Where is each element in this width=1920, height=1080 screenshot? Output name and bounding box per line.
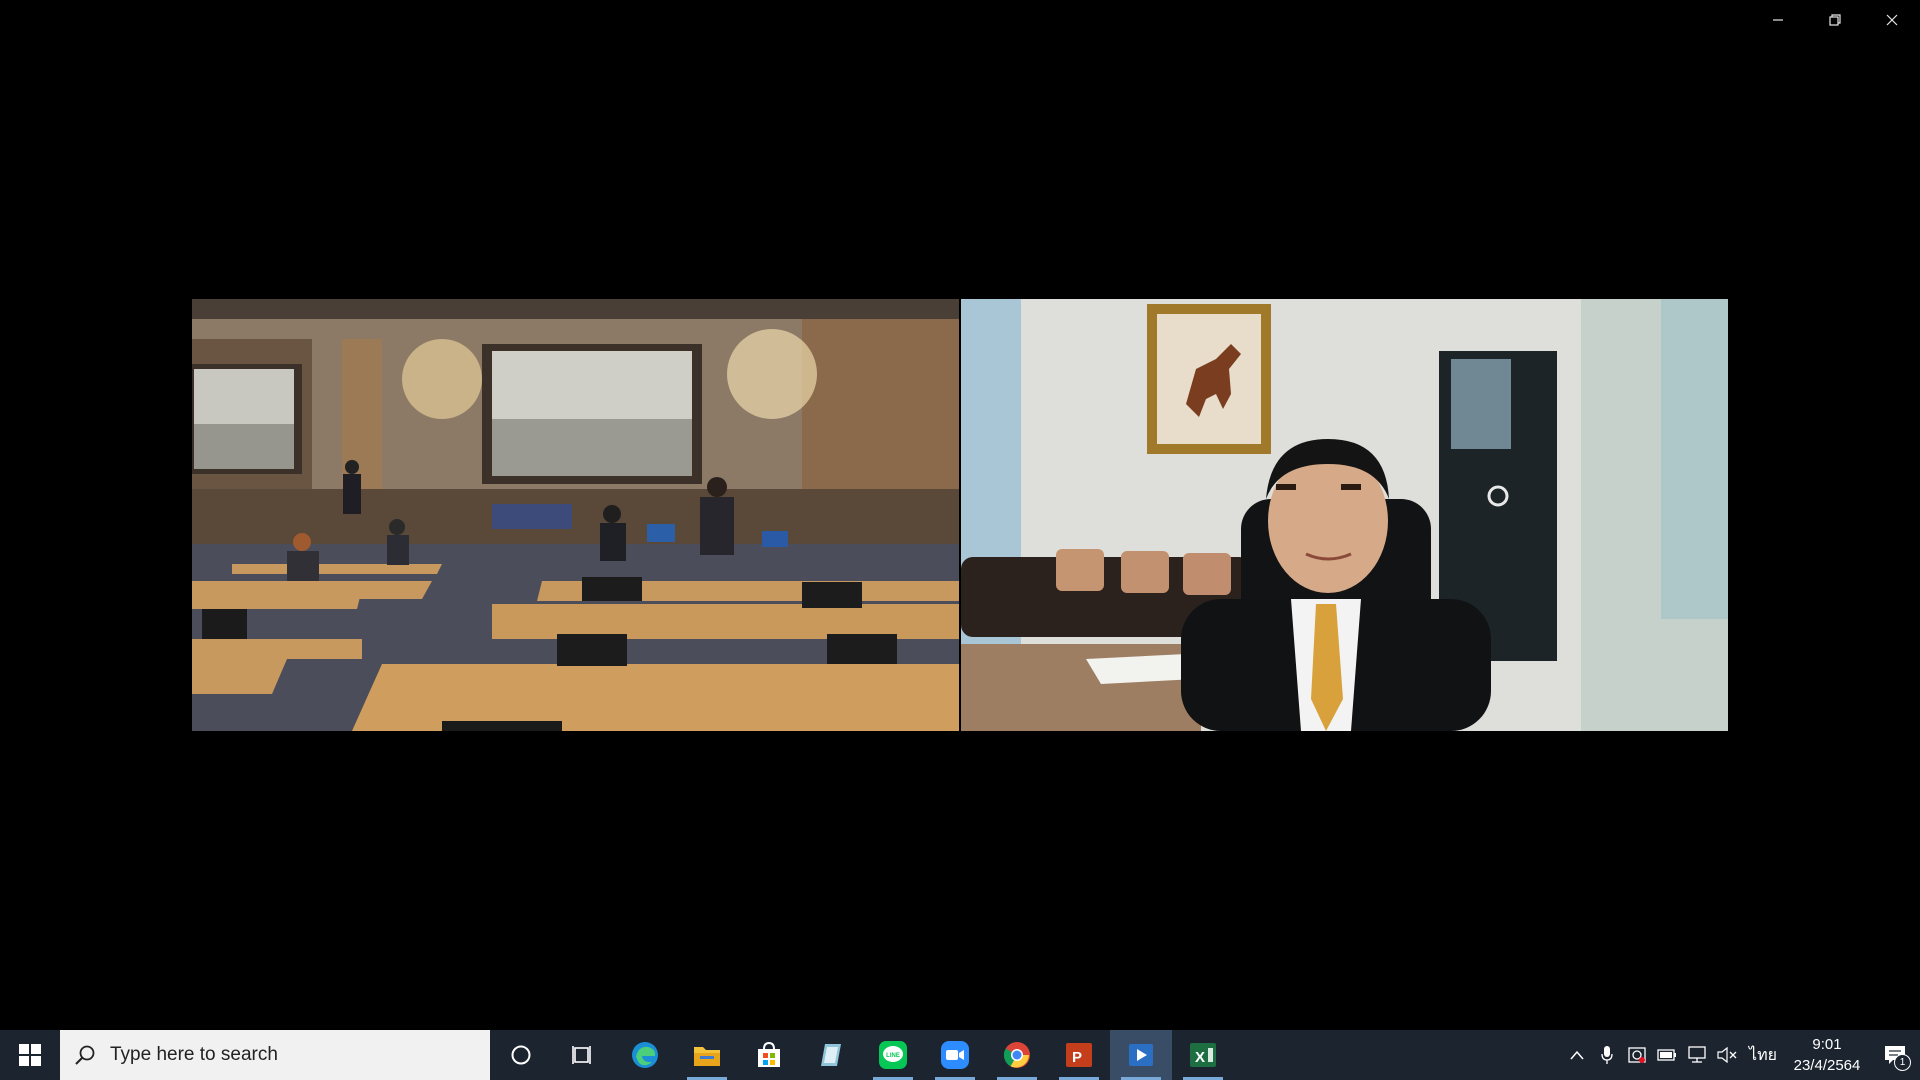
input-language-button[interactable]: ไทย [1742,1030,1784,1080]
task-view-icon [572,1046,591,1064]
notification-count-badge: 1 [1894,1054,1911,1071]
sync-button[interactable] [1622,1030,1652,1080]
network-button[interactable] [1682,1030,1712,1080]
microphone-button[interactable] [1592,1030,1622,1080]
minimize-button[interactable] [1749,0,1806,40]
line-button[interactable]: LINE [862,1030,924,1080]
clock-time: 9:01 [1812,1036,1842,1053]
search-box[interactable]: Type here to search [60,1030,490,1080]
task-view-button[interactable] [552,1030,614,1080]
video-grid [192,299,1728,731]
microphone-icon [1601,1046,1613,1064]
show-hidden-icons-button[interactable] [1562,1030,1592,1080]
restore-icon [1828,14,1841,26]
circle-icon [511,1045,531,1065]
line-icon: LINE [879,1041,907,1069]
network-icon [1688,1046,1706,1063]
excel-button[interactable]: X [1172,1030,1234,1080]
office-participant-video[interactable] [961,299,1728,731]
edge-button[interactable] [614,1030,676,1080]
sync-icon [1628,1047,1646,1063]
svg-text:X: X [1195,1049,1205,1066]
battery-icon [1657,1049,1676,1061]
zoom-button[interactable] [924,1030,986,1080]
volume-button[interactable] [1712,1030,1742,1080]
store-button[interactable] [738,1030,800,1080]
chrome-icon [1003,1042,1030,1068]
svg-text:P: P [1072,1049,1082,1066]
close-icon [1886,14,1897,26]
powerpoint-icon: P [1066,1043,1092,1067]
media-player-button[interactable] [1110,1030,1172,1080]
notes-icon [821,1044,841,1066]
system-tray: ไทย 9:01 23/4/2564 1 [1562,1030,1920,1080]
cortana-button[interactable] [490,1030,552,1080]
search-placeholder: Type here to search [110,1044,278,1065]
chrome-button[interactable] [986,1030,1048,1080]
powerpoint-button[interactable]: P [1048,1030,1110,1080]
clock-date: 23/4/2564 [1793,1057,1861,1074]
start-button[interactable] [0,1030,60,1080]
volume-muted-icon [1717,1047,1737,1063]
notes-button[interactable] [800,1030,862,1080]
restore-button[interactable] [1806,0,1863,40]
media-player-icon [1129,1044,1153,1066]
close-button[interactable] [1863,0,1920,40]
search-icon [75,1045,95,1065]
conference-room-video[interactable] [192,299,959,731]
excel-icon: X [1190,1043,1216,1067]
store-icon [758,1041,780,1067]
chevron-up-icon [1570,1050,1584,1060]
windows-logo-icon [19,1044,41,1066]
taskbar: Type here to search LINE P X ไทย 9:01 23… [0,1030,1920,1080]
zoom-icon [941,1041,969,1069]
window-controls [1749,0,1920,40]
action-center-button[interactable]: 1 [1870,1030,1920,1080]
file-explorer-button[interactable] [676,1030,738,1080]
svg-text:LINE: LINE [886,1053,900,1059]
folder-icon [694,1047,720,1066]
edge-icon [632,1042,658,1068]
minimize-icon [1772,19,1783,21]
battery-button[interactable] [1652,1030,1682,1080]
clock-button[interactable]: 9:01 23/4/2564 [1784,1034,1870,1076]
